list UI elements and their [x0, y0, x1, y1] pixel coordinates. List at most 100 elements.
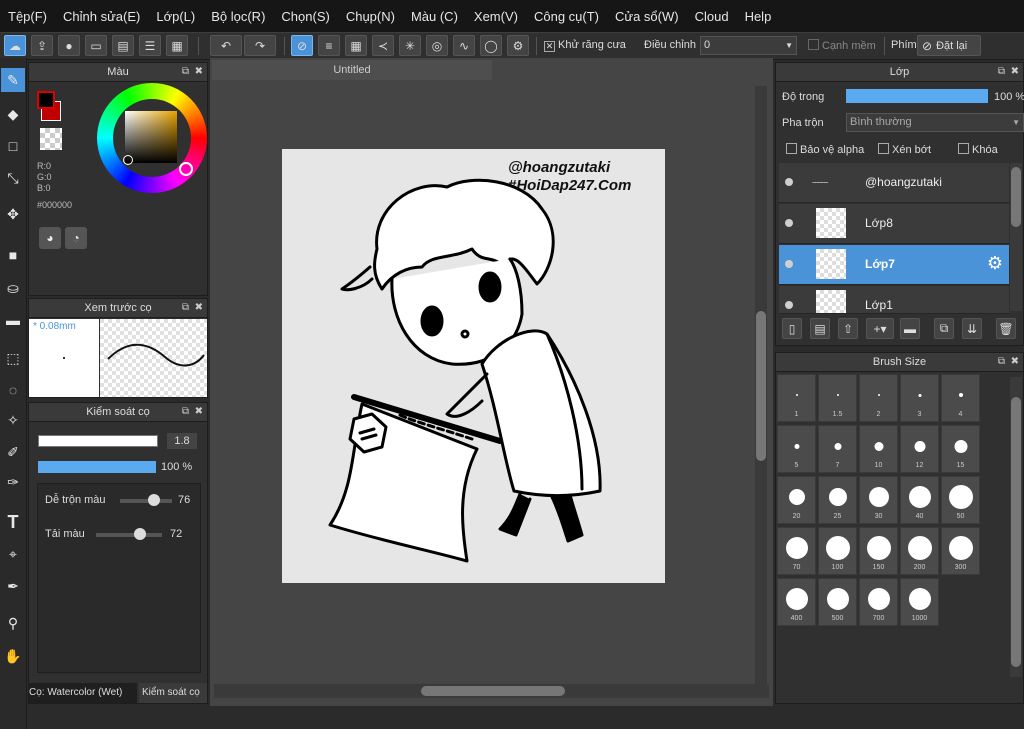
vertical-scrollbar[interactable]	[755, 86, 767, 686]
close-icon[interactable]: ✖	[195, 403, 203, 421]
palette-icon[interactable]: ◕	[39, 227, 61, 249]
brush-size-option[interactable]: 25	[818, 476, 857, 524]
hand-tool-icon[interactable]: ✋	[1, 644, 25, 668]
menu-filter[interactable]: Bộ lọc(R)	[203, 9, 273, 24]
blend-slider[interactable]	[120, 494, 172, 506]
new-layer-icon[interactable]: ▯	[782, 318, 802, 339]
menu-view[interactable]: Xem(V)	[466, 9, 526, 24]
eye-icon[interactable]	[785, 178, 793, 186]
brush-size-option[interactable]: 70	[777, 527, 816, 575]
text-tool-icon[interactable]: T	[1, 510, 25, 534]
undo-icon[interactable]: ↶	[210, 35, 242, 56]
eye-icon[interactable]	[785, 219, 793, 227]
foreground-swatch[interactable]	[37, 91, 55, 109]
new-raster-icon[interactable]: ▤	[810, 318, 830, 339]
hue-marker[interactable]	[179, 162, 193, 176]
brush-size-option[interactable]: 30	[859, 476, 898, 524]
brush-size-option[interactable]: 40	[900, 476, 939, 524]
lasso-select-icon[interactable]: ◌	[1, 378, 25, 402]
antialias-checkbox[interactable]: ✕	[544, 41, 555, 52]
chat-icon[interactable]: ●	[58, 35, 80, 56]
menu-help[interactable]: Help	[737, 9, 780, 24]
layer-row[interactable]: ~~~~~ @hoangzutaki	[779, 163, 1009, 203]
share-icon[interactable]: ⇪	[31, 35, 53, 56]
saturation-square[interactable]	[125, 111, 177, 163]
clipping-checkbox[interactable]	[878, 143, 889, 154]
eye-icon[interactable]	[785, 301, 793, 309]
add-layer-menu-icon[interactable]: +▾	[866, 318, 894, 339]
hue-ring[interactable]	[97, 83, 207, 193]
layer-scrollbar[interactable]	[1010, 163, 1022, 311]
horizontal-scroll-thumb[interactable]	[421, 686, 565, 696]
brush-size-option[interactable]: 700	[859, 578, 898, 626]
select-tool-icon[interactable]: □	[1, 134, 25, 158]
brush-size-option[interactable]: 1	[777, 374, 816, 422]
document-icon[interactable]: ▤	[112, 35, 134, 56]
brush-size-option[interactable]: 10	[859, 425, 898, 473]
menu-layer[interactable]: Lớp(L)	[148, 9, 203, 24]
soft-edge-checkbox[interactable]	[808, 39, 819, 50]
select-eraser-icon[interactable]: ✑	[1, 470, 25, 494]
ellipse-ruler-icon[interactable]: ◯	[480, 35, 502, 56]
brush-size-option[interactable]: 2	[859, 374, 898, 422]
layer-row[interactable]: Lớp8	[779, 204, 1009, 244]
divide-tool-icon[interactable]: ✒	[1, 574, 25, 598]
close-icon[interactable]: ✖	[1011, 353, 1019, 371]
close-icon[interactable]: ✖	[1011, 63, 1019, 81]
layer-row[interactable]: Lớp1	[779, 286, 1009, 314]
rect-select-icon[interactable]: ⬚	[1, 346, 25, 370]
menu-edit[interactable]: Chỉnh sửa(E)	[55, 9, 148, 24]
brush-opacity-slider[interactable]	[38, 461, 156, 473]
import-layer-icon[interactable]: ⇧	[838, 318, 858, 339]
eraser-tool-icon[interactable]: ◆	[1, 102, 25, 126]
protect-alpha-option[interactable]: Bảo vệ alpha	[786, 143, 864, 156]
magic-wand-icon[interactable]: ✧	[1, 408, 25, 432]
brush-size-option[interactable]: 3	[900, 374, 939, 422]
lock-option[interactable]: Khóa	[958, 143, 998, 156]
menu-color[interactable]: Màu (C)	[403, 9, 466, 24]
folder-icon[interactable]: ▬	[900, 318, 920, 339]
brush-size-option[interactable]: 15	[941, 425, 980, 473]
brush-size-slider[interactable]	[38, 435, 158, 447]
menu-select[interactable]: Chọn(S)	[273, 9, 337, 24]
brush-size-option[interactable]: 50	[941, 476, 980, 524]
eye-icon[interactable]	[785, 260, 793, 268]
radial-icon[interactable]: ✳	[399, 35, 421, 56]
brush-size-option[interactable]: 1.5	[818, 374, 857, 422]
antialias-option[interactable]: ✕ Khử răng cưa	[544, 39, 626, 52]
curve-ruler-icon[interactable]: ∿	[453, 35, 475, 56]
brush-size-value[interactable]: 1.8	[167, 433, 197, 449]
reset-button[interactable]: ⊘ Đặt lại	[917, 35, 981, 56]
list-icon[interactable]: ☰	[139, 35, 161, 56]
menu-cloud[interactable]: Cloud	[687, 9, 737, 24]
brush-size-option[interactable]: 4	[941, 374, 980, 422]
soft-edge-option[interactable]: Cạnh mềm	[808, 39, 876, 52]
drawing-canvas[interactable]: @hoangzutaki #HoiDap247.Com	[282, 149, 665, 583]
layer-blend-dropdown[interactable]: Bình thường ▼	[846, 113, 1024, 132]
float-icon[interactable]: ⧉	[998, 353, 1005, 371]
transparent-swatch[interactable]	[40, 128, 62, 150]
float-icon[interactable]: ⧉	[182, 299, 189, 317]
brush-size-option[interactable]: 5	[777, 425, 816, 473]
select-pen-icon[interactable]: ✐	[1, 440, 25, 464]
menu-window[interactable]: Cửa sổ(W)	[607, 9, 687, 24]
ruler-angle-icon[interactable]: ≺	[372, 35, 394, 56]
move-tool-icon[interactable]: ✥	[1, 202, 25, 226]
document-tab[interactable]: Untitled	[212, 60, 492, 80]
eyedropper-icon[interactable]: ⚲	[1, 611, 25, 635]
fill-rect-icon[interactable]: ■	[1, 243, 25, 267]
protect-alpha-checkbox[interactable]	[786, 143, 797, 154]
clipping-option[interactable]: Xén bớt	[878, 143, 931, 156]
perspective-grid-icon[interactable]: ▦	[345, 35, 367, 56]
redo-icon[interactable]: ↷	[244, 35, 276, 56]
close-icon[interactable]: ✖	[195, 299, 203, 317]
brush-tool-icon[interactable]: ✎	[1, 68, 25, 92]
operation-tool-icon[interactable]: ⌖	[1, 542, 25, 566]
gear-icon[interactable]: ⚙	[987, 253, 1003, 274]
brush-size-option[interactable]: 200	[900, 527, 939, 575]
stripes-icon[interactable]: ≡	[318, 35, 340, 56]
float-icon[interactable]: ⧉	[182, 63, 189, 81]
brush-size-option[interactable]: 1000	[900, 578, 939, 626]
amount-slider[interactable]	[96, 528, 162, 540]
concentric-icon[interactable]: ◎	[426, 35, 448, 56]
